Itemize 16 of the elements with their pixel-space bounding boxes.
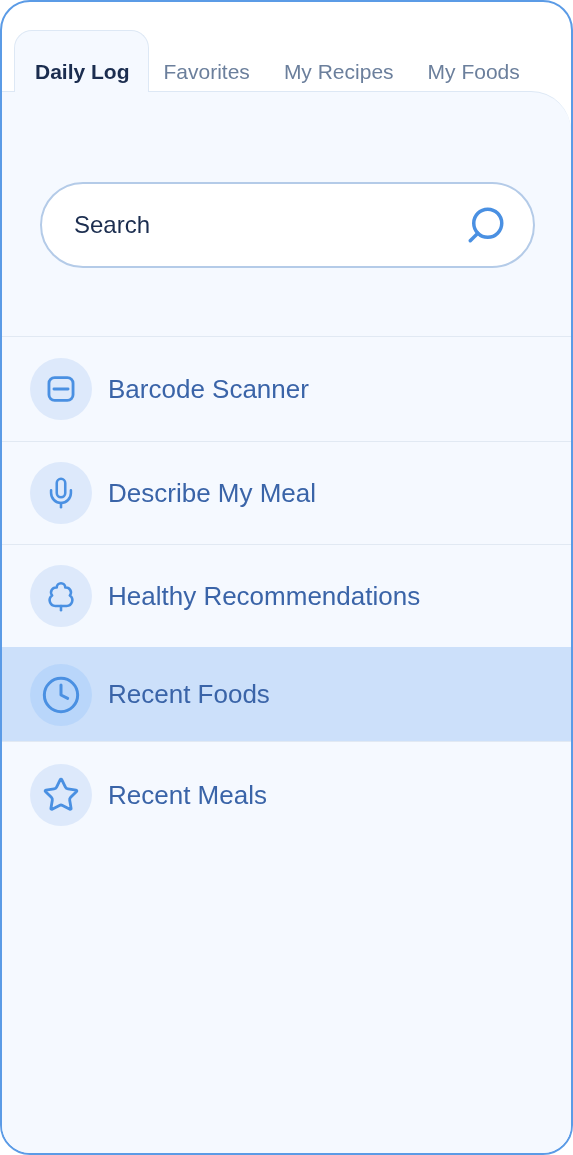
menu-item[interactable]: Barcode Scanner: [2, 336, 571, 441]
menu-item-label: Describe My Meal: [108, 477, 317, 509]
tab[interactable]: Daily Log: [14, 30, 149, 92]
menu-item-label: Barcode Scanner: [108, 373, 309, 405]
tab[interactable]: My Recipes: [268, 30, 413, 92]
menu-item-label: Healthy Recommendations: [108, 580, 421, 612]
menu-item-label: Recent Foods: [108, 679, 270, 710]
search-field[interactable]: Search: [40, 182, 535, 268]
tab[interactable]: My Foods: [412, 30, 539, 92]
menu-item[interactable]: Recent Foods: [2, 647, 571, 741]
star-icon: [42, 776, 80, 814]
menu-item[interactable]: Describe My Meal: [2, 441, 571, 544]
clock-icon: [41, 674, 81, 715]
menu-item-label: Recent Meals: [108, 779, 267, 811]
menu-item[interactable]: Recent Meals: [2, 741, 571, 848]
tab[interactable]: Favorites: [148, 30, 269, 92]
